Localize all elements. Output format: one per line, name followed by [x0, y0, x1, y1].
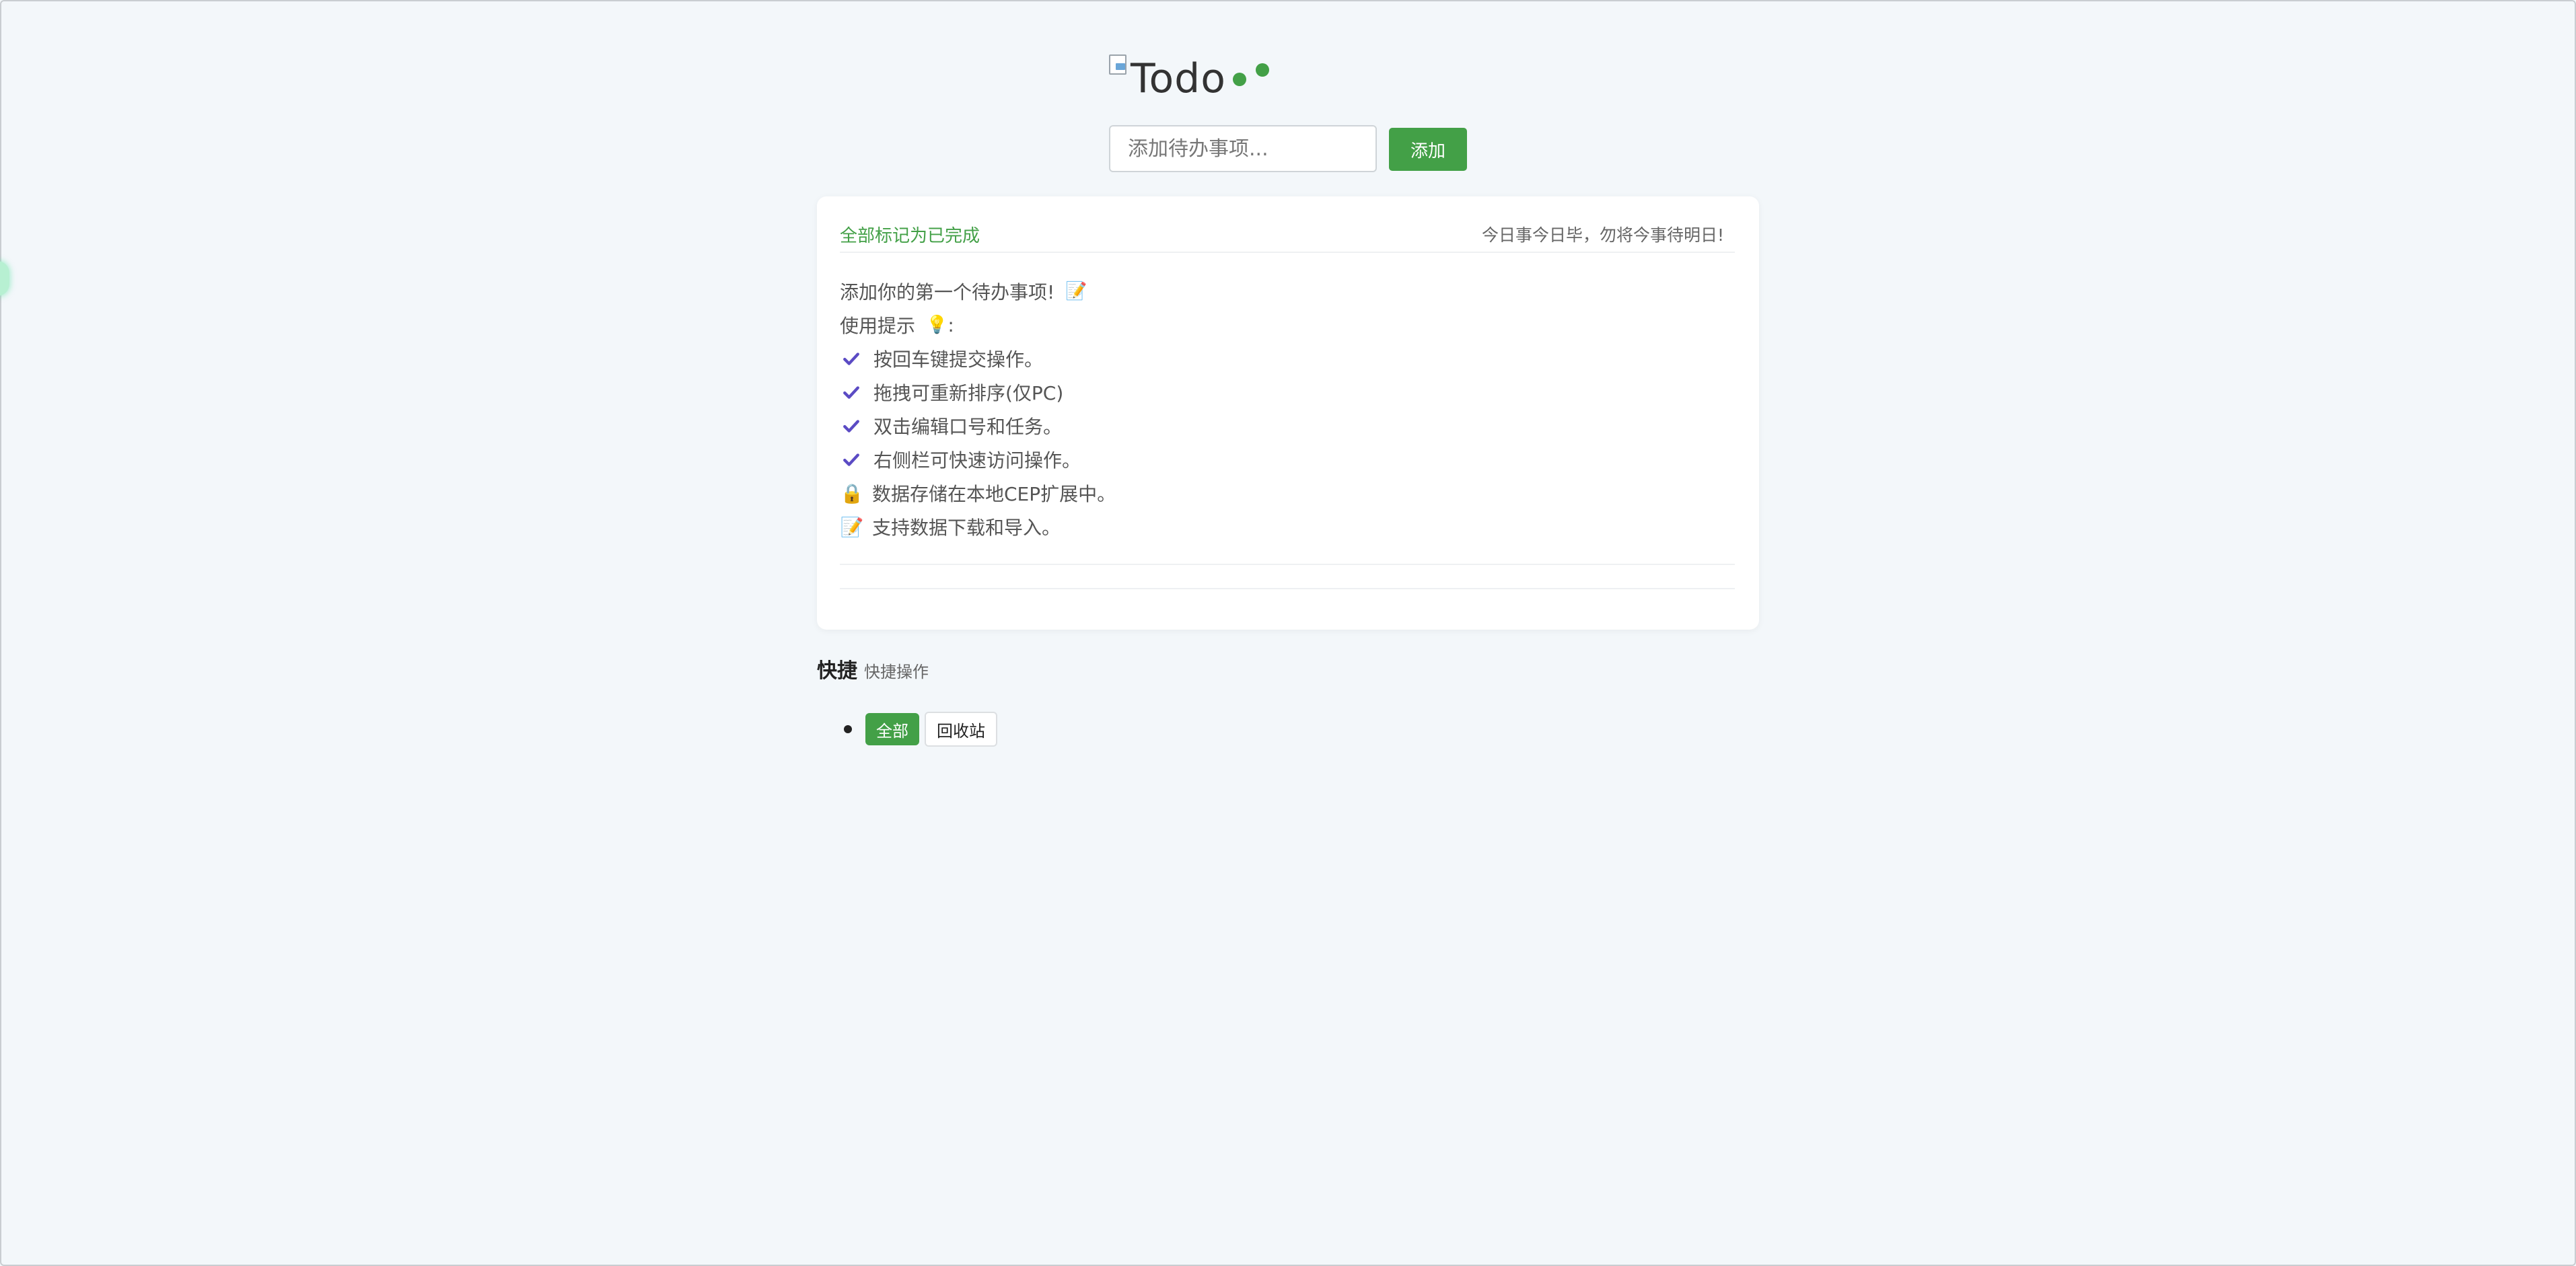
- memo-icon: 📝: [840, 515, 864, 538]
- tip-item: 🔒 数据存储在本地CEP扩展中。: [840, 476, 1735, 510]
- window-frame: [0, 0, 2576, 1266]
- tips-intro-text: 添加你的第一个待办事项!: [840, 281, 1055, 303]
- divider: [840, 588, 1735, 589]
- tip-item: 右侧栏可快速访问操作。: [840, 443, 1735, 476]
- filter-trash-button[interactable]: 回收站: [925, 712, 997, 747]
- tip-item: 按回车键提交操作。: [840, 342, 1735, 375]
- tip-item: 📝 支持数据下载和导入。: [840, 510, 1735, 544]
- status-dot-icon: [1256, 63, 1269, 77]
- tip-item-text: 双击编辑口号和任务。: [873, 416, 1063, 438]
- check-icon: [843, 386, 859, 399]
- tip-item-text: 拖拽可重新排序(仅PC): [873, 382, 1064, 404]
- tip-item: 双击编辑口号和任务。: [840, 409, 1735, 443]
- filter-all-button[interactable]: 全部: [865, 713, 919, 745]
- mark-all-complete-link[interactable]: 全部标记为已完成: [840, 222, 980, 247]
- tips-title-suffix: :: [947, 313, 954, 336]
- quick-subtitle: 快捷操作: [864, 663, 929, 681]
- filter-list: 全部 回收站: [844, 712, 997, 747]
- usage-tips: 添加你的第一个待办事项! 📝 使用提示 💡 : 按回车键提交操作。 拖拽可重新排…: [840, 274, 1735, 544]
- quick-title: 快捷: [817, 659, 857, 683]
- tip-item-text: 右侧栏可快速访问操作。: [873, 449, 1081, 472]
- tip-item-text: 支持数据下载和导入。: [872, 517, 1061, 539]
- quick-actions-heading: 快捷 快捷操作: [817, 654, 929, 683]
- todo-card: 全部标记为已完成 今日事今日毕，勿将今事待明日! 添加你的第一个待办事项! 📝 …: [817, 196, 1759, 630]
- tip-item-text: 按回车键提交操作。: [873, 348, 1044, 371]
- lock-icon: 🔒: [840, 482, 864, 505]
- list-bullet: [844, 725, 852, 733]
- lightbulb-icon: 💡: [926, 315, 948, 335]
- check-icon: [843, 352, 859, 365]
- card-header: 全部标记为已完成 今日事今日毕，勿将今事待明日!: [840, 214, 1735, 253]
- memo-icon: 📝: [1065, 281, 1087, 301]
- tips-title: 使用提示 💡 :: [840, 308, 1735, 342]
- todo-input[interactable]: [1109, 125, 1377, 172]
- motto-text[interactable]: 今日事今日毕，勿将今事待明日!: [1482, 222, 1724, 246]
- status-dot-icon: [1233, 73, 1246, 86]
- add-button[interactable]: 添加: [1389, 128, 1467, 171]
- logo: Todo: [1108, 51, 1226, 102]
- logo-alt-text: Todo: [1131, 55, 1226, 102]
- tip-item-text: 数据存储在本地CEP扩展中。: [872, 483, 1116, 505]
- divider: [840, 564, 1735, 565]
- tips-intro: 添加你的第一个待办事项! 📝: [840, 274, 1735, 308]
- check-icon: [843, 453, 859, 466]
- tip-item: 拖拽可重新排序(仅PC): [840, 375, 1735, 409]
- broken-image-icon: [1108, 54, 1128, 75]
- check-icon: [843, 420, 859, 433]
- tips-title-text: 使用提示: [840, 315, 916, 337]
